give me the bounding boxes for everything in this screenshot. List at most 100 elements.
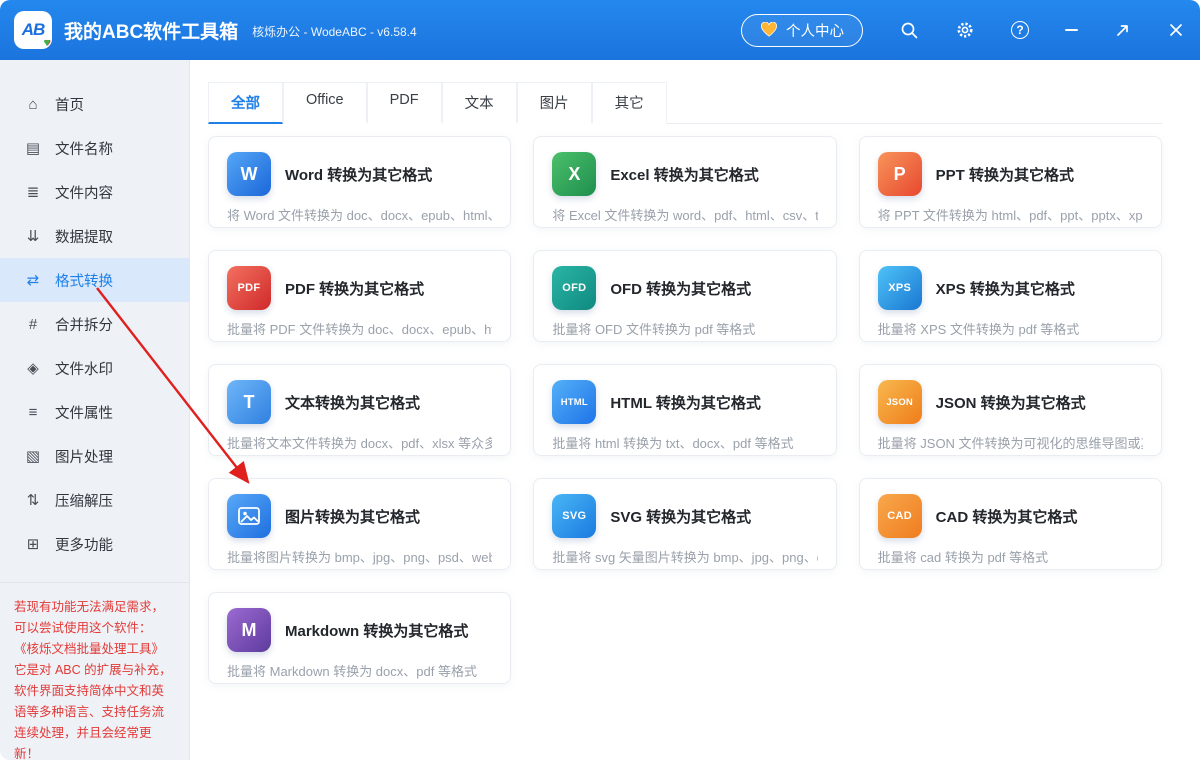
sidebar-item-label: 更多功能 [55,534,113,555]
notice-line2: 《核烁文档批量处理工具》 [14,639,175,660]
format-convert-icon: ⇄ [24,271,42,289]
ppt-icon: P [878,152,922,196]
card-title: OFD 转换为其它格式 [610,278,751,299]
image-icon [227,494,271,538]
sidebar-item-label: 文件属性 [55,402,113,423]
title-bar: AB ♥ 我的ABC软件工具箱 核烁办公 - WodeABC - v6.58.4… [0,0,1200,60]
card-title: Markdown 转换为其它格式 [285,620,468,641]
notice-line3: 它是对 ABC 的扩展与补充，软件界面支持简体中文和英语等多种语言、支持任务流连… [14,660,175,760]
search-icon[interactable] [899,20,919,40]
excel-icon: X [552,152,596,196]
card-title: 文本转换为其它格式 [285,392,420,413]
ofd-icon: OFD [552,266,596,310]
card-title: SVG 转换为其它格式 [610,506,751,527]
sidebar-item-file-content[interactable]: ≣ 文件内容 [0,170,189,214]
resize-button[interactable] [1114,21,1132,39]
card-desc: 批量将 PDF 文件转换为 doc、docx、epub、html、 [227,319,492,338]
card-pdf-convert[interactable]: PDF PDF 转换为其它格式 批量将 PDF 文件转换为 doc、docx、e… [208,250,511,342]
watermark-icon: ◈ [24,359,42,377]
app-title: 我的ABC软件工具箱 [64,17,238,44]
sidebar-item-watermark[interactable]: ◈ 文件水印 [0,346,189,390]
app-logo: AB ♥ [14,11,52,49]
help-icon[interactable]: ? [1011,21,1029,39]
card-xps-convert[interactable]: XPS XPS 转换为其它格式 批量将 XPS 文件转换为 pdf 等格式 [859,250,1162,342]
card-desc: 将 Excel 文件转换为 word、pdf、html、csv、txt、s [552,205,817,224]
tab-office[interactable]: Office [283,82,367,124]
cards-grid: W Word 转换为其它格式 将 Word 文件转换为 doc、docx、epu… [208,136,1162,684]
sidebar-item-label: 压缩解压 [55,490,113,511]
file-name-icon: ▤ [24,139,42,157]
card-desc: 将 Word 文件转换为 doc、docx、epub、html、pd [227,205,492,224]
sidebar-item-compress[interactable]: ⇅ 压缩解压 [0,478,189,522]
minimize-button[interactable] [1065,29,1078,31]
card-svg-convert[interactable]: SVG SVG 转换为其它格式 批量将 svg 矢量图片转换为 bmp、jpg、… [533,478,836,570]
card-desc: 批量将 svg 矢量图片转换为 bmp、jpg、png、docx [552,547,817,566]
sidebar-item-more[interactable]: ⊞ 更多功能 [0,522,189,566]
card-title: 图片转换为其它格式 [285,506,420,527]
sidebar-item-file-name[interactable]: ▤ 文件名称 [0,126,189,170]
sidebar-item-label: 图片处理 [55,446,113,467]
home-icon: ⌂ [24,96,42,113]
card-excel-convert[interactable]: X Excel 转换为其它格式 将 Excel 文件转换为 word、pdf、h… [533,136,836,228]
sidebar-item-format-convert[interactable]: ⇄ 格式转换 [0,258,189,302]
sidebar-item-label: 格式转换 [55,270,113,291]
cad-icon: CAD [878,494,922,538]
card-desc: 批量将图片转换为 bmp、jpg、png、psd、webp、 [227,547,492,566]
main-content: 全部 Office PDF 文本 图片 其它 W Word 转换为其它格式 将 … [190,60,1200,760]
personal-center-label: 个人中心 [786,20,844,41]
json-icon: JSON [878,380,922,424]
file-content-icon: ≣ [24,183,42,201]
personal-center-button[interactable]: 个人中心 [741,14,863,47]
card-desc: 将 PPT 文件转换为 html、pdf、ppt、pptx、xps 等格 [878,205,1143,224]
card-html-convert[interactable]: HTML HTML 转换为其它格式 批量将 html 转换为 txt、docx、… [533,364,836,456]
card-text-convert[interactable]: T 文本转换为其它格式 批量将文本文件转换为 docx、pdf、xlsx 等众多… [208,364,511,456]
sidebar-item-label: 文件名称 [55,138,113,159]
tab-all[interactable]: 全部 [208,82,283,124]
card-cad-convert[interactable]: CAD CAD 转换为其它格式 批量将 cad 转换为 pdf 等格式 [859,478,1162,570]
sidebar-item-label: 数据提取 [55,226,113,247]
sidebar-item-file-props[interactable]: ≡ 文件属性 [0,390,189,434]
badge-icon [760,22,778,38]
sidebar-item-label: 文件水印 [55,358,113,379]
card-title: PDF 转换为其它格式 [285,278,424,299]
card-word-convert[interactable]: W Word 转换为其它格式 将 Word 文件转换为 doc、docx、epu… [208,136,511,228]
svg-icon: SVG [552,494,596,538]
sidebar-item-merge-split[interactable]: # 合并拆分 [0,302,189,346]
close-button[interactable] [1168,22,1184,38]
card-desc: 批量将 Markdown 转换为 docx、pdf 等格式 [227,661,492,680]
sidebar: ⌂ 首页 ▤ 文件名称 ≣ 文件内容 ⇊ 数据提取 ⇄ 格式转换 # 合并拆分 … [0,60,190,760]
tab-other[interactable]: 其它 [592,82,667,124]
sidebar-item-label: 合并拆分 [55,314,113,335]
card-desc: 批量将 OFD 文件转换为 pdf 等格式 [552,319,817,338]
card-json-convert[interactable]: JSON JSON 转换为其它格式 批量将 JSON 文件转换为可视化的思维导图… [859,364,1162,456]
sidebar-item-home[interactable]: ⌂ 首页 [0,82,189,126]
card-title: CAD 转换为其它格式 [936,506,1078,527]
tab-image[interactable]: 图片 [517,82,592,124]
file-props-icon: ≡ [24,404,42,421]
html-icon: HTML [552,380,596,424]
tab-pdf[interactable]: PDF [367,82,442,124]
word-icon: W [227,152,271,196]
data-extract-icon: ⇊ [24,227,42,245]
sidebar-item-data-extract[interactable]: ⇊ 数据提取 [0,214,189,258]
more-features-icon: ⊞ [24,535,42,553]
card-ppt-convert[interactable]: P PPT 转换为其它格式 将 PPT 文件转换为 html、pdf、ppt、p… [859,136,1162,228]
logo-text: AB [22,20,45,40]
merge-split-icon: # [24,316,42,333]
card-desc: 批量将 XPS 文件转换为 pdf 等格式 [878,319,1143,338]
sidebar-item-image-process[interactable]: ▧ 图片处理 [0,434,189,478]
card-title: PPT 转换为其它格式 [936,164,1074,185]
card-desc: 批量将 JSON 文件转换为可视化的思维导图或其它格 [878,433,1143,452]
card-image-convert[interactable]: 图片转换为其它格式 批量将图片转换为 bmp、jpg、png、psd、webp、 [208,478,511,570]
help-glyph: ? [1011,21,1029,39]
sidebar-notice: 若现有功能无法满足需求，可以尝试使用这个软件： 《核烁文档批量处理工具》 它是对… [0,582,189,760]
notice-line1: 若现有功能无法满足需求，可以尝试使用这个软件： [14,597,175,639]
card-ofd-convert[interactable]: OFD OFD 转换为其它格式 批量将 OFD 文件转换为 pdf 等格式 [533,250,836,342]
sidebar-item-label: 文件内容 [55,182,113,203]
card-title: JSON 转换为其它格式 [936,392,1086,413]
compress-icon: ⇅ [24,491,42,509]
card-desc: 批量将文本文件转换为 docx、pdf、xlsx 等众多格式 [227,433,492,452]
settings-gear-icon[interactable] [955,20,975,40]
tab-text[interactable]: 文本 [442,82,517,124]
card-markdown-convert[interactable]: M Markdown 转换为其它格式 批量将 Markdown 转换为 docx… [208,592,511,684]
